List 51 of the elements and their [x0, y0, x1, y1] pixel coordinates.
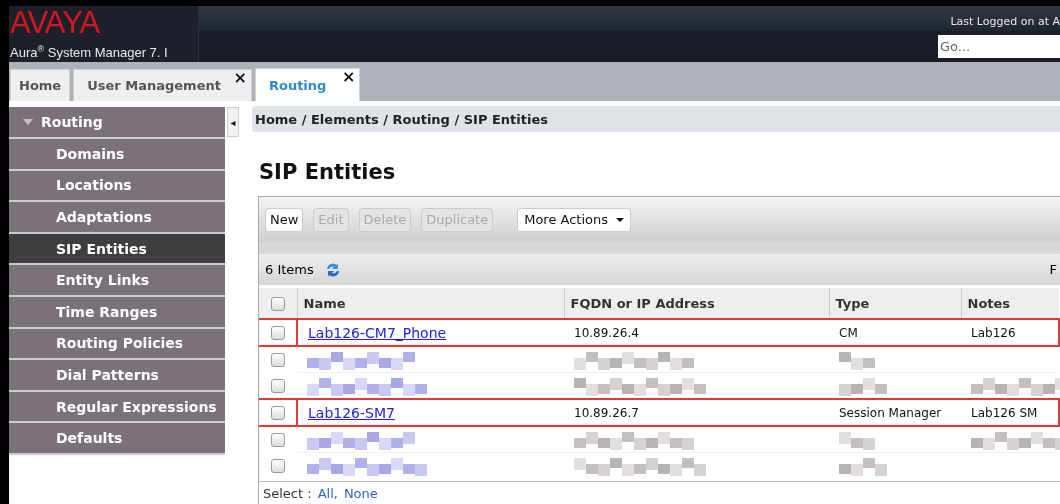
checkbox[interactable]: [270, 405, 285, 420]
last-login-text: Last Logged on at A: [950, 15, 1060, 28]
sidebar-item[interactable]: Time Ranges: [9, 296, 225, 329]
close-icon[interactable]: ×: [233, 70, 247, 86]
sidebar-item[interactable]: Dial Patterns: [9, 360, 225, 392]
table-cell: Session Manager: [839, 405, 942, 420]
select-link[interactable]: All,: [317, 485, 338, 501]
caret-icon: [23, 119, 33, 125]
close-icon[interactable]: ×: [341, 69, 356, 85]
checkbox[interactable]: [270, 296, 285, 311]
select-label: Select :: [263, 485, 312, 501]
column-header[interactable]: FQDN or IP Address: [564, 288, 829, 319]
sidebar-item[interactable]: Entity Links: [9, 265, 225, 297]
checkbox[interactable]: [271, 432, 285, 447]
tab[interactable]: User Management ×: [73, 69, 252, 101]
more-actions-dropdown[interactable]: More Actions: [517, 207, 632, 232]
breadcrumb: Home / Elements / Routing / SIP Entities: [255, 111, 548, 127]
toolbar-button[interactable]: New: [265, 207, 304, 232]
sidebar-item[interactable]: Defaults: [9, 423, 225, 455]
collapse-handle[interactable]: ◂: [227, 107, 239, 137]
column-header[interactable]: Type: [829, 288, 961, 319]
table-row[interactable]: Lab126-CM7_Phone 10.89.26.4 CM Lab126: [259, 319, 1059, 346]
sidebar-section-header[interactable]: Routing: [9, 107, 225, 139]
avaya-logo: AVAYA: [10, 8, 100, 38]
sidebar-item[interactable]: Regular Expressions: [9, 391, 225, 424]
table-cell: Lab126: [971, 325, 1016, 340]
tab[interactable]: Home: [10, 69, 71, 101]
search-field[interactable]: Go...: [938, 35, 1060, 58]
filter-label[interactable]: F: [1049, 262, 1057, 277]
column-header[interactable]: Notes: [961, 288, 1059, 319]
select-link[interactable]: None: [343, 485, 378, 501]
sidebar-item[interactable]: Adaptations: [9, 202, 225, 234]
table-cell: 10.89.26.7: [574, 405, 639, 420]
sidebar-item[interactable]: Locations: [9, 170, 225, 203]
checkbox[interactable]: [271, 352, 285, 367]
sidebar-item[interactable]: SIP Entities: [9, 233, 225, 266]
table-row[interactable]: Lab126-SM7 10.89.26.7 Session Manager Lab126 SM: [259, 399, 1059, 426]
table-cell: Lab126 SM: [971, 405, 1038, 420]
checkbox[interactable]: [271, 458, 285, 473]
item-count: 6 Items: [265, 262, 314, 277]
caret-icon: [616, 217, 625, 222]
table-cell: CM: [839, 325, 858, 340]
column-header[interactable]: Name: [297, 288, 564, 319]
page-title: SIP Entities: [259, 160, 397, 184]
sidebar-item[interactable]: Domains: [9, 139, 225, 171]
checkbox[interactable]: [271, 378, 285, 393]
checkbox[interactable]: [270, 325, 285, 340]
product-name: Aura$^{®}$ System Manager 7. I: [10, 44, 168, 61]
sidebar-item[interactable]: Routing Policies: [9, 328, 225, 361]
table-cell: 10.89.26.4: [574, 325, 639, 340]
tab[interactable]: Routing ×: [254, 68, 361, 101]
